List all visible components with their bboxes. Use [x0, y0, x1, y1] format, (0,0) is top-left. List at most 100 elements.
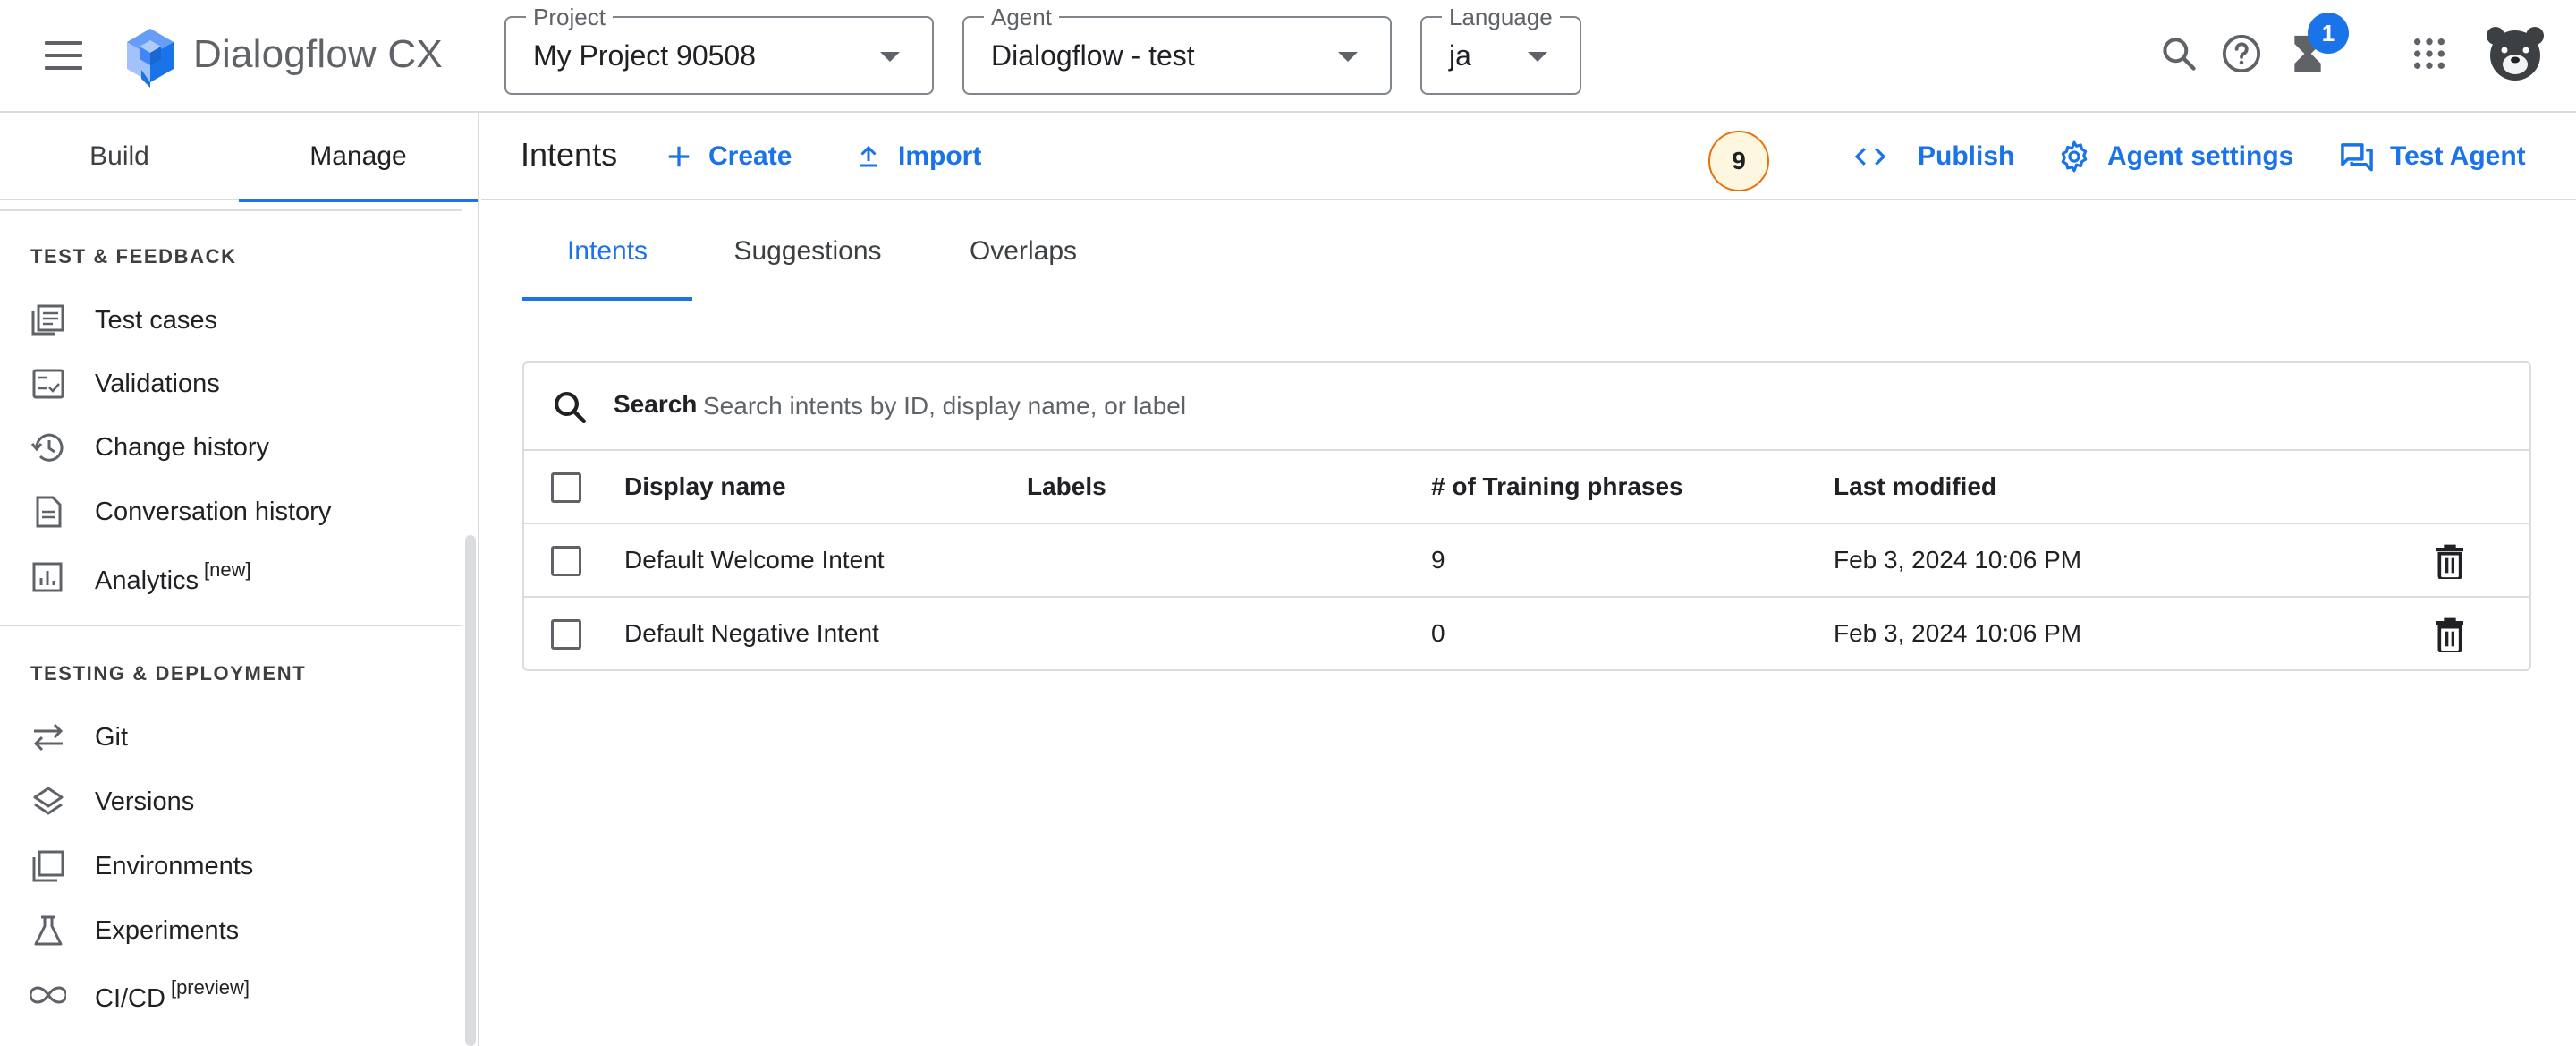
sidebar-item-validations[interactable]: Validations [0, 353, 462, 415]
user-avatar[interactable] [2485, 23, 2546, 84]
app-name: Dialogflow CX [193, 32, 443, 76]
sidebar-item-label: Test cases [95, 305, 217, 335]
project-selector-label: Project [526, 4, 613, 31]
tab-manage[interactable]: Manage [239, 113, 478, 202]
chevron-down-icon [880, 52, 900, 62]
import-button-label: Import [898, 141, 982, 171]
select-all-checkbox[interactable] [551, 472, 581, 503]
help-icon[interactable] [2216, 29, 2267, 79]
top-app-bar: Dialogflow CX Project My Project 90508 A… [0, 0, 2576, 113]
publish-button[interactable]: Publish [1853, 136, 2014, 177]
test-agent-button[interactable]: Test Agent [2340, 136, 2526, 177]
create-button[interactable]: Create [665, 136, 792, 177]
sidebar-item-label: Environments [95, 851, 254, 880]
cicd-label-text: CI/CD [95, 984, 165, 1013]
intents-table: Search Display name Labels # of Training… [522, 361, 2531, 671]
tab-intents[interactable]: Intents [522, 202, 692, 301]
table-row[interactable]: Default Negative Intent 0 Feb 3, 2024 10… [524, 598, 2529, 671]
sidebar-tabs: Build Manage [0, 113, 478, 202]
sidebar-item-analytics[interactable]: Analytics [new] [0, 546, 462, 608]
sidebar-item-label: Versions [95, 787, 195, 816]
table-row[interactable]: Default Welcome Intent 9 Feb 3, 2024 10:… [524, 524, 2529, 598]
page-title: Intents [521, 136, 618, 173]
agent-selector-value: Dialogflow - test [991, 39, 1195, 72]
sidebar-item-label: Validations [95, 369, 220, 398]
sidebar-item-label: Conversation history [95, 497, 332, 526]
column-header-training-phrases[interactable]: # of Training phrases [1431, 472, 1683, 501]
test-agent-label: Test Agent [2390, 141, 2526, 171]
row-checkbox[interactable] [551, 546, 581, 576]
chevron-down-icon [1338, 52, 1358, 62]
agent-settings-label: Agent settings [2107, 141, 2294, 171]
section-title-test-feedback: TEST & FEEDBACK [30, 245, 237, 268]
column-header-labels[interactable]: Labels [1027, 472, 1106, 501]
row-checkbox[interactable] [551, 619, 581, 650]
import-button[interactable]: Import [855, 136, 981, 177]
chevron-down-icon [1528, 52, 1547, 62]
counter-badge[interactable]: 9 [1708, 131, 1769, 191]
dialogflow-logo [127, 29, 174, 88]
sidebar-item-environments[interactable]: Environments [0, 835, 462, 897]
layers-icon [33, 787, 64, 815]
sidebar-item-experiments[interactable]: Experiments [0, 899, 462, 962]
search-input[interactable] [703, 383, 2313, 429]
history-icon [30, 433, 64, 462]
language-selector[interactable]: Language ja [1420, 4, 1581, 95]
environments-icon [32, 850, 64, 882]
chat-icon [2341, 143, 2373, 172]
sidebar-item-label: CI/CD [preview] [95, 976, 250, 1014]
column-header-display-name[interactable]: Display name [624, 472, 786, 501]
create-button-label: Create [708, 141, 792, 171]
sidebar-scrollbar[interactable] [465, 535, 476, 1046]
project-selector[interactable]: Project My Project 90508 [504, 4, 934, 95]
agent-selector-label: Agent [984, 4, 1059, 31]
project-selector-value: My Project 90508 [533, 39, 757, 72]
main-menu-icon[interactable] [45, 41, 82, 70]
intent-display-name[interactable]: Default Negative Intent [624, 619, 879, 648]
validations-icon [32, 369, 64, 399]
sidebar-item-versions[interactable]: Versions [0, 770, 462, 833]
intent-display-name[interactable]: Default Welcome Intent [624, 546, 885, 574]
analytics-icon [32, 562, 63, 592]
sidebar-item-cicd[interactable]: CI/CD [preview] [0, 964, 462, 1026]
new-badge: [new] [204, 558, 251, 581]
sidebar-item-label: Analytics [new] [95, 558, 251, 596]
training-phrases-count: 0 [1431, 619, 1445, 647]
column-header-last-modified[interactable]: Last modified [1834, 472, 1996, 501]
sidebar-item-change-history[interactable]: Change history [0, 416, 462, 479]
table-header-row: Display name Labels # of Training phrase… [524, 451, 2529, 524]
search-icon[interactable] [2154, 29, 2204, 79]
publish-button-label: Publish [1918, 141, 2015, 171]
section-title-testing-deployment: TESTING & DEPLOYMENT [30, 662, 307, 685]
plus-icon [668, 146, 690, 167]
tab-suggestions[interactable]: Suggestions [721, 202, 894, 301]
sidebar-item-label: Git [95, 722, 129, 752]
analytics-label-text: Analytics [95, 566, 199, 595]
divider [0, 625, 462, 626]
language-selector-label: Language [1442, 4, 1560, 31]
sidebar: Build Manage TEST & FEEDBACK Test cases … [0, 113, 479, 1046]
sidebar-item-conversation-history[interactable]: Conversation history [0, 480, 462, 543]
apps-grid-icon[interactable] [2404, 29, 2454, 79]
tab-build[interactable]: Build [0, 113, 239, 200]
delete-button[interactable] [2429, 540, 2470, 582]
training-phrases-count: 9 [1431, 546, 1445, 574]
agent-settings-button[interactable]: Agent settings [2057, 136, 2293, 177]
sidebar-item-label: Change history [95, 432, 270, 462]
delete-button[interactable] [2429, 614, 2470, 655]
agent-selector[interactable]: Agent Dialogflow - test [962, 4, 1392, 95]
swap-arrows-icon [33, 723, 64, 752]
infinity-icon [30, 986, 66, 1004]
search-bar: Search [524, 363, 2529, 451]
test-cases-icon [31, 304, 64, 336]
last-modified: Feb 3, 2024 10:06 PM [1834, 619, 2082, 647]
notification-badge: 1 [2308, 13, 2349, 54]
divider [0, 209, 462, 211]
tab-overlaps[interactable]: Overlaps [952, 202, 1095, 301]
sidebar-item-git[interactable]: Git [0, 706, 462, 769]
page-header: Intents Create Import 9 Publish Agent se… [481, 113, 2576, 200]
preview-badge: [preview] [170, 976, 250, 999]
trash-icon [2436, 617, 2463, 652]
code-icon [1854, 148, 1886, 166]
sidebar-item-test-cases[interactable]: Test cases [0, 289, 462, 352]
